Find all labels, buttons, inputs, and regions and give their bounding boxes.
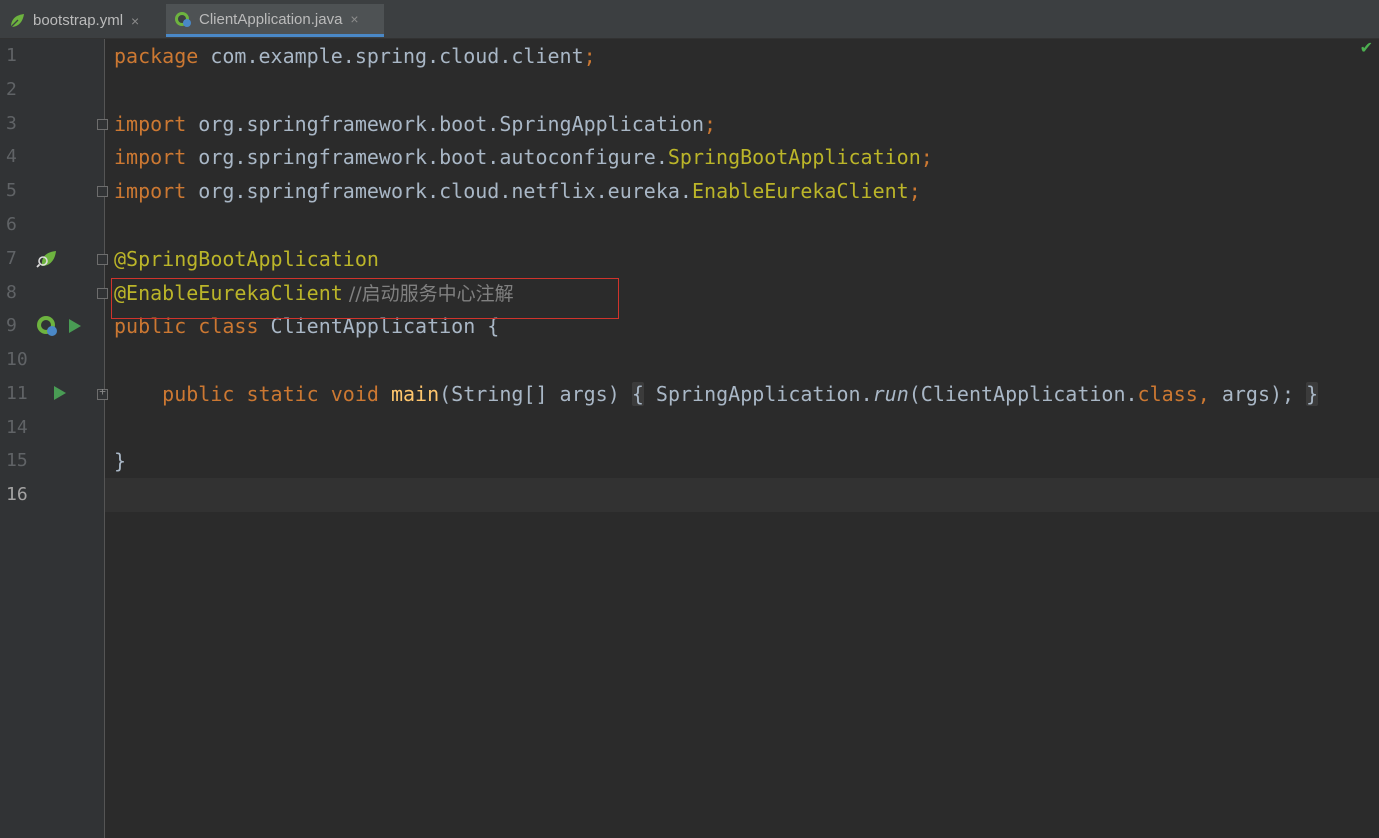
- folded-brace-close[interactable]: }: [1306, 382, 1319, 406]
- code-line-7: @SpringBootApplication: [114, 247, 379, 271]
- tab-bootstrap-yml[interactable]: bootstrap.yml ×: [0, 4, 164, 37]
- line-number: 8: [6, 282, 17, 303]
- tab-label: ClientApplication.java: [199, 10, 343, 28]
- line-number: 11: [6, 383, 28, 404]
- code-line-15: }: [114, 449, 127, 473]
- code-editor[interactable]: package com.example.spring.cloud.client;…: [105, 39, 1379, 838]
- tab-label: bootstrap.yml: [33, 12, 124, 29]
- code-line-3: import org.springframework.boot.SpringAp…: [114, 112, 717, 136]
- spring-class-icon: [174, 10, 192, 28]
- line-number: 14: [6, 417, 28, 438]
- run-class-icon[interactable]: [69, 319, 81, 333]
- code-line-4: import org.springframework.boot.autoconf…: [114, 145, 933, 169]
- line-number: 5: [6, 180, 17, 201]
- close-icon[interactable]: ×: [131, 13, 139, 29]
- spring-bean-icon[interactable]: [35, 314, 59, 342]
- close-icon[interactable]: ×: [350, 11, 358, 27]
- current-line-highlight: [105, 478, 1379, 512]
- code-line-5: import org.springframework.cloud.netflix…: [114, 179, 921, 203]
- editor-tab-bar: bootstrap.yml × ClientApplication.java ×: [0, 0, 1379, 39]
- spring-leaf-icon: [8, 12, 26, 30]
- line-number: 3: [6, 113, 17, 134]
- line-number: 6: [6, 214, 17, 235]
- line-number-gutter: 1 2 3 4 5 6 7 8 9 10 11 14 15 16: [0, 39, 108, 838]
- line-number-current: 16: [6, 484, 28, 505]
- code-line-11: public static void main(String[] args) {…: [162, 382, 1319, 406]
- code-line-1: package com.example.spring.cloud.client;: [114, 44, 596, 68]
- run-main-icon[interactable]: [54, 386, 66, 400]
- spring-bean-search-icon[interactable]: [36, 248, 58, 274]
- folded-brace-open[interactable]: {: [631, 382, 644, 406]
- annotation-highlight-box: [111, 278, 619, 319]
- line-number: 10: [6, 349, 28, 370]
- line-number: 4: [6, 146, 17, 167]
- line-number: 15: [6, 450, 28, 471]
- tab-client-application-java[interactable]: ClientApplication.java ×: [166, 4, 384, 37]
- line-number: 2: [6, 79, 17, 100]
- line-number: 1: [6, 45, 17, 66]
